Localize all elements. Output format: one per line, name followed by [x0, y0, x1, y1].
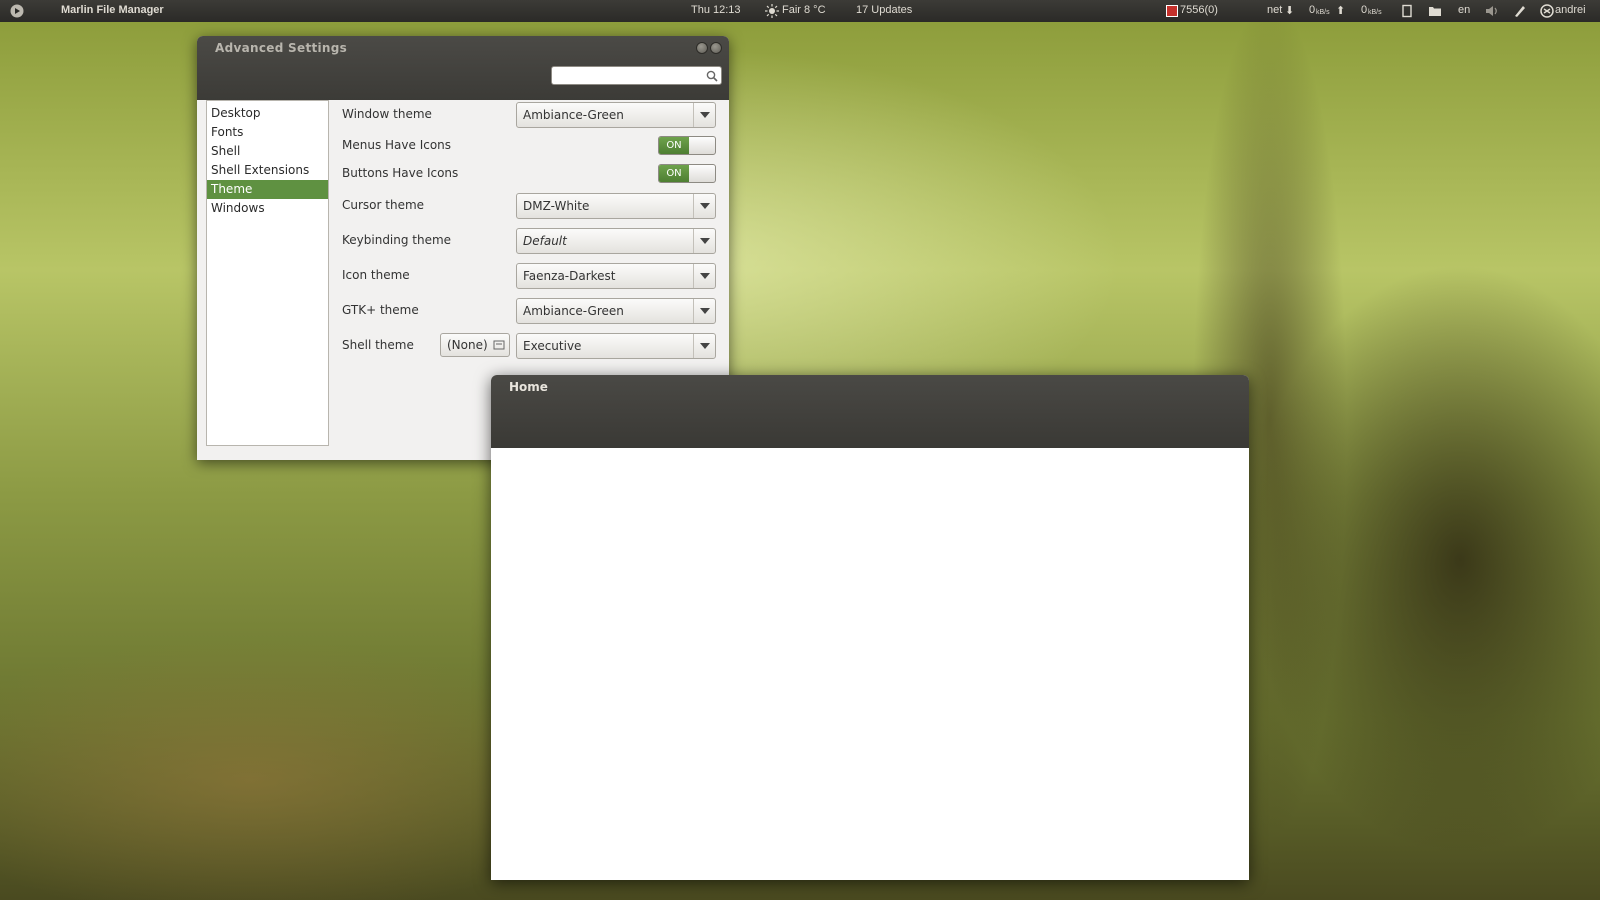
icon-theme-value: Faenza-Darkest [523, 269, 616, 283]
chevron-down-icon [693, 103, 715, 127]
keybinding-theme-value: Default [523, 234, 567, 248]
advanced-settings-titlebar[interactable]: Advanced Settings [197, 36, 729, 100]
cursor-theme-value: DMZ-White [523, 199, 590, 213]
window-theme-value: Ambiance-Green [523, 108, 624, 122]
menus-have-icons-toggle[interactable]: ON [658, 136, 716, 155]
up-arrow-icon: ⬆ [1336, 5, 1346, 17]
app-menu-icon[interactable] [10, 4, 24, 18]
gtk-theme-label: GTK+ theme [342, 303, 419, 317]
category-windows[interactable]: Windows [207, 199, 328, 218]
category-list: Desktop Fonts Shell Shell Extensions The… [206, 100, 329, 446]
file-open-icon [493, 340, 505, 350]
clipboard-icon[interactable] [1400, 4, 1414, 18]
clock[interactable]: Thu 12:13 [691, 4, 741, 16]
net-down: 0 [1309, 4, 1316, 16]
window-title: Advanced Settings [215, 41, 348, 55]
close-button[interactable] [710, 42, 722, 54]
window-title: Home [509, 380, 548, 394]
top-panel: Marlin File Manager Thu 12:13 Fair 8 °C … [0, 0, 1600, 22]
app-name[interactable]: Marlin File Manager [61, 4, 164, 16]
mail-icon [1166, 5, 1178, 17]
weather[interactable]: Fair 8 °C [782, 4, 826, 16]
category-shell-extensions[interactable]: Shell Extensions [207, 161, 328, 180]
net-up: 0 [1361, 4, 1368, 16]
category-fonts[interactable]: Fonts [207, 123, 328, 142]
gtk-theme-value: Ambiance-Green [523, 304, 624, 318]
toggle-state: ON [659, 165, 689, 182]
chevron-down-icon [693, 299, 715, 323]
buttons-have-icons-toggle[interactable]: ON [658, 164, 716, 183]
menus-have-icons-label: Menus Have Icons [342, 138, 452, 152]
keyboard-layout[interactable]: en [1458, 4, 1470, 16]
category-theme[interactable]: Theme [207, 180, 328, 199]
mail-count[interactable]: 7556(0) [1180, 4, 1218, 16]
toggle-state: ON [659, 137, 689, 154]
category-shell[interactable]: Shell [207, 142, 328, 161]
file-button-label: (None) [447, 338, 488, 352]
cursor-theme-combo[interactable]: DMZ-White [516, 193, 716, 219]
folder-indicator-icon[interactable] [1428, 4, 1442, 18]
file-manager-header: Home [491, 375, 1249, 448]
window-theme-combo[interactable]: Ambiance-Green [516, 102, 716, 128]
session-icon[interactable] [1540, 4, 1554, 18]
buttons-have-icons-label: Buttons Have Icons [342, 166, 459, 180]
keybinding-theme-combo[interactable]: Default [516, 228, 716, 254]
cursor-theme-label: Cursor theme [342, 198, 425, 212]
search-icon [706, 70, 718, 82]
chevron-down-icon [693, 264, 715, 288]
keybinding-theme-label: Keybinding theme [342, 233, 452, 247]
shell-theme-label: Shell theme [342, 338, 414, 352]
chevron-down-icon [693, 229, 715, 253]
down-arrow-icon: ⬇ [1285, 5, 1295, 17]
icon-theme-combo[interactable]: Faenza-Darkest [516, 263, 716, 289]
volume-icon[interactable] [1485, 4, 1499, 18]
search-input[interactable] [551, 66, 722, 85]
shell-theme-value: Executive [523, 339, 582, 353]
shell-theme-file-button[interactable]: (None) [440, 333, 510, 357]
messaging-icon[interactable] [1513, 4, 1527, 18]
updates-indicator[interactable]: 17 Updates [856, 4, 912, 16]
chevron-down-icon [693, 194, 715, 218]
gtk-theme-combo[interactable]: Ambiance-Green [516, 298, 716, 324]
chevron-down-icon [693, 334, 715, 358]
file-manager-window: Home [491, 375, 1249, 880]
category-desktop[interactable]: Desktop [207, 104, 328, 123]
shell-theme-combo[interactable]: Executive [516, 333, 716, 359]
weather-sun-icon [765, 4, 779, 18]
net-label: net [1267, 4, 1283, 16]
minimize-button[interactable] [696, 42, 708, 54]
window-theme-label: Window theme [342, 107, 432, 121]
user-name[interactable]: andrei [1555, 4, 1586, 16]
net-up-unit: kB/s [1368, 9, 1382, 16]
icon-theme-label: Icon theme [342, 268, 410, 282]
net-down-unit: kB/s [1316, 9, 1330, 16]
